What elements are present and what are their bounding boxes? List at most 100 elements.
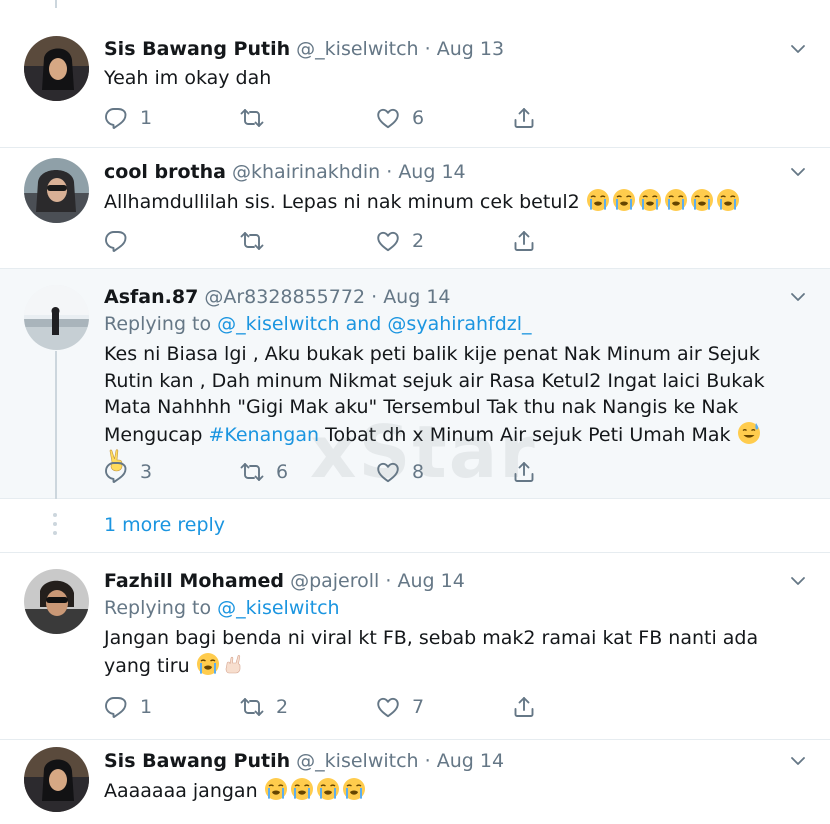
crying-face-icon	[638, 188, 662, 212]
retweet-icon	[240, 229, 264, 253]
reply-icon	[104, 460, 128, 484]
share-button[interactable]	[512, 460, 552, 484]
chevron-down-icon[interactable]	[788, 287, 808, 307]
retweet-count: 2	[276, 696, 289, 718]
display-name[interactable]: Sis Bawang Putih	[104, 38, 290, 60]
username[interactable]: @Ar8328855772	[204, 286, 365, 308]
like-count: 6	[412, 107, 425, 129]
crying-face-icon	[316, 777, 340, 801]
tweet-actions: 1 6	[104, 106, 552, 130]
crying-face-icon	[664, 188, 688, 212]
mention-link[interactable]: @syahirahfdzl_	[387, 313, 531, 335]
separator-dot: ·	[386, 161, 393, 183]
tweet-date[interactable]: Aug 13	[437, 38, 504, 60]
share-icon	[512, 106, 536, 130]
separator-dot: ·	[424, 38, 431, 60]
reply-button[interactable]	[104, 229, 240, 253]
replying-to-label: Replying to	[104, 313, 212, 335]
display-name[interactable]: Fazhill Mohamed	[104, 570, 284, 592]
chevron-down-icon[interactable]	[788, 39, 808, 59]
replying-to-label: Replying to	[104, 597, 212, 619]
hashtag-link[interactable]: #Kenangan	[208, 424, 319, 446]
tweet-header: Sis Bawang Putih @_kiselwitch · Aug 13	[104, 37, 780, 61]
mention-link[interactable]: @_kiselwitch	[217, 597, 339, 619]
tweet-actions: 2	[104, 229, 552, 253]
retweet-button[interactable]	[240, 229, 376, 253]
heart-icon	[376, 695, 400, 719]
avatar[interactable]	[24, 285, 89, 350]
tweet-date[interactable]: Aug 14	[398, 161, 465, 183]
crying-face-icon	[196, 652, 220, 676]
separator-dot: ·	[385, 570, 392, 592]
tweet-text: Jangan bagi benda ni viral kt FB, sebab …	[104, 625, 780, 679]
retweet-button[interactable]	[240, 106, 376, 130]
reply-button[interactable]: 1	[104, 106, 240, 130]
replying-to: Replying to @_kiselwitch	[104, 595, 780, 621]
share-icon	[512, 460, 536, 484]
display-name[interactable]: cool brotha	[104, 161, 226, 183]
tweet[interactable]: Fazhill Mohamed @pajeroll · Aug 14 Reply…	[0, 553, 830, 740]
tweet-actions: 3 6 8	[104, 460, 552, 484]
mention-link[interactable]: @_kiselwitch	[217, 313, 339, 335]
tweet-date[interactable]: Aug 14	[397, 570, 464, 592]
share-button[interactable]	[512, 229, 552, 253]
avatar[interactable]	[24, 36, 89, 101]
reply-icon	[104, 695, 128, 719]
display-name[interactable]: Sis Bawang Putih	[104, 750, 290, 772]
chevron-down-icon[interactable]	[788, 751, 808, 771]
like-button[interactable]: 6	[376, 106, 512, 130]
crying-face-icon	[290, 777, 314, 801]
heart-icon	[376, 460, 400, 484]
more-replies-link[interactable]: 1 more reply	[104, 514, 225, 536]
avatar[interactable]	[24, 747, 89, 812]
reply-count: 3	[140, 461, 153, 483]
username[interactable]: @_kiselwitch	[296, 750, 418, 772]
tweet[interactable]: Sis Bawang Putih @_kiselwitch · Aug 13 Y…	[0, 0, 830, 148]
like-button[interactable]: 2	[376, 229, 512, 253]
username[interactable]: @_kiselwitch	[296, 38, 418, 60]
retweet-icon	[240, 695, 264, 719]
chevron-down-icon[interactable]	[788, 162, 808, 182]
separator-dot: ·	[371, 286, 378, 308]
tweet-text: Aaaaaaa jangan	[104, 777, 780, 805]
mention-and[interactable]: and	[346, 313, 382, 335]
retweet-icon	[240, 106, 264, 130]
tweet[interactable]: Sis Bawang Putih @_kiselwitch · Aug 14 A…	[0, 740, 830, 824]
avatar[interactable]	[24, 569, 89, 634]
retweet-button[interactable]: 2	[240, 695, 376, 719]
share-button[interactable]	[512, 695, 552, 719]
reply-button[interactable]: 1	[104, 695, 240, 719]
display-name[interactable]: Asfan.87	[104, 286, 198, 308]
reply-count: 1	[140, 696, 153, 718]
like-button[interactable]: 7	[376, 695, 512, 719]
username[interactable]: @pajeroll	[290, 570, 379, 592]
more-replies-row[interactable]: 1 more reply	[0, 499, 830, 553]
tweet-text: Kes ni Biasa lgi , Aku bukak peti balik …	[104, 341, 780, 476]
like-button[interactable]: 8	[376, 460, 512, 484]
username[interactable]: @khairinakhdin	[232, 161, 380, 183]
crying-face-icon	[586, 188, 610, 212]
tweet-actions: 1 2 7	[104, 695, 552, 719]
chevron-down-icon[interactable]	[788, 571, 808, 591]
tweet-text: Allhamdullilah sis. Lepas ni nak minum c…	[104, 188, 780, 216]
horns-hand-icon	[222, 652, 246, 676]
reply-button[interactable]: 3	[104, 460, 240, 484]
reply-count: 1	[140, 107, 153, 129]
share-button[interactable]	[512, 106, 552, 130]
reply-icon	[104, 106, 128, 130]
heart-icon	[376, 106, 400, 130]
reply-icon	[104, 229, 128, 253]
sweat-smile-icon	[737, 421, 761, 445]
thread-line	[55, 351, 57, 499]
tweet-date[interactable]: Aug 14	[437, 750, 504, 772]
tweet[interactable]: Asfan.87 @Ar8328855772 · Aug 14 Replying…	[0, 269, 830, 499]
crying-face-icon	[690, 188, 714, 212]
tweet-date[interactable]: Aug 14	[383, 286, 450, 308]
heart-icon	[376, 229, 400, 253]
avatar[interactable]	[24, 158, 89, 223]
thread-dots	[53, 513, 59, 540]
tweet[interactable]: cool brotha @khairinakhdin · Aug 14 Allh…	[0, 148, 830, 269]
like-count: 8	[412, 461, 425, 483]
separator-dot: ·	[424, 750, 431, 772]
retweet-button[interactable]: 6	[240, 460, 376, 484]
